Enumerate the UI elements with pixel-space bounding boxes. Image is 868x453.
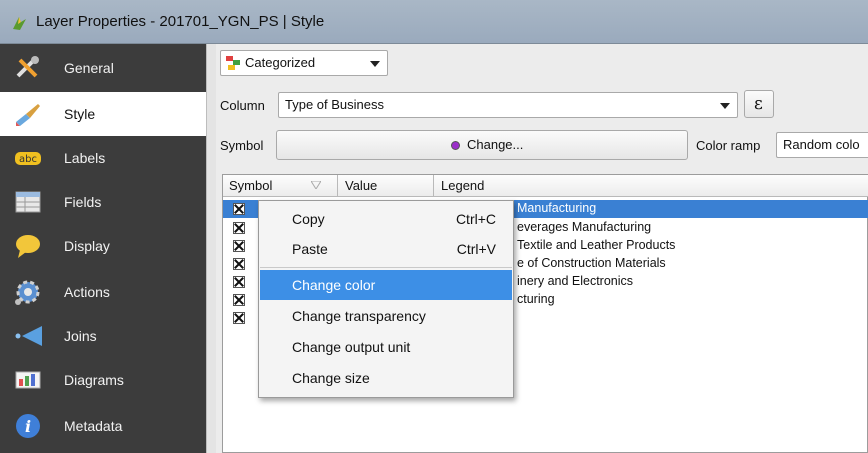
sidebar-item-label: Display bbox=[64, 238, 110, 254]
style-brush-icon bbox=[16, 104, 40, 126]
color-ramp-label: Color ramp bbox=[696, 138, 761, 153]
color-ramp-value: Random colo bbox=[783, 137, 860, 152]
row-legend: cturing bbox=[517, 292, 555, 306]
menu-item-change-size[interactable]: Change size bbox=[260, 363, 512, 393]
menu-item-label: Change output unit bbox=[292, 339, 411, 355]
window-title: Layer Properties - 201701_YGN_PS | Style bbox=[36, 13, 325, 30]
sidebar-item-labels[interactable]: abc Labels bbox=[0, 136, 206, 180]
sort-indicator-icon bbox=[311, 181, 321, 189]
svg-text:abc: abc bbox=[19, 154, 37, 165]
row-checkbox[interactable] bbox=[233, 312, 245, 324]
sidebar-item-label: General bbox=[64, 60, 114, 76]
fields-table-icon bbox=[15, 191, 41, 213]
menu-item-label: Change size bbox=[292, 370, 370, 386]
sidebar-item-display[interactable]: Display bbox=[0, 224, 206, 268]
context-menu: Copy Ctrl+C Paste Ctrl+V Change color Ch… bbox=[258, 200, 514, 398]
menu-separator bbox=[260, 267, 512, 268]
sidebar-item-diagrams[interactable]: Diagrams bbox=[0, 358, 206, 402]
renderer-select[interactable]: Categorized bbox=[220, 50, 388, 76]
expression-button[interactable]: ε bbox=[744, 90, 774, 118]
row-checkbox[interactable] bbox=[233, 240, 245, 252]
change-button-label: Change... bbox=[467, 137, 524, 152]
sidebar-item-metadata[interactable]: i Metadata bbox=[0, 404, 206, 448]
svg-text:i: i bbox=[25, 417, 31, 436]
sidebar: General Style abc Labels Fields Display … bbox=[0, 44, 206, 453]
column-label: Column bbox=[220, 98, 265, 113]
color-ramp-select[interactable]: Random colo bbox=[776, 132, 868, 158]
sidebar-item-label: Style bbox=[64, 106, 96, 122]
symbol-preview-dot-icon bbox=[451, 141, 460, 150]
column-header-value[interactable]: Value bbox=[345, 178, 377, 193]
row-legend: Textile and Leather Products bbox=[517, 238, 676, 252]
sidebar-item-label: Joins bbox=[64, 328, 97, 344]
column-header-legend[interactable]: Legend bbox=[441, 178, 484, 193]
header-divider bbox=[433, 175, 434, 197]
row-legend: e of Construction Materials bbox=[517, 256, 666, 270]
change-symbol-button[interactable]: Change... bbox=[276, 130, 688, 160]
categorized-icon bbox=[226, 56, 240, 70]
column-value: Type of Business bbox=[285, 97, 384, 112]
row-checkbox[interactable] bbox=[233, 294, 245, 306]
row-checkbox[interactable] bbox=[233, 222, 245, 234]
menu-item-copy[interactable]: Copy Ctrl+C bbox=[260, 204, 512, 234]
sidebar-item-label: Diagrams bbox=[64, 372, 124, 388]
diagrams-chart-icon bbox=[15, 371, 41, 389]
row-checkbox[interactable] bbox=[233, 258, 245, 270]
row-legend: Manufacturing bbox=[517, 201, 597, 215]
sidebar-item-general[interactable]: General bbox=[0, 46, 206, 90]
menu-item-change-color[interactable]: Change color bbox=[260, 270, 512, 300]
metadata-info-icon: i bbox=[16, 414, 40, 438]
sidebar-item-label: Actions bbox=[64, 284, 110, 300]
column-select[interactable]: Type of Business bbox=[278, 92, 738, 118]
qgis-app-icon bbox=[13, 17, 26, 30]
general-tools-icon bbox=[16, 56, 39, 78]
joins-arrow-icon bbox=[15, 326, 42, 346]
expression-icon: ε bbox=[754, 94, 763, 114]
chevron-down-icon bbox=[370, 61, 380, 67]
symbol-label: Symbol bbox=[220, 138, 264, 153]
column-header-symbol[interactable]: Symbol bbox=[229, 178, 272, 193]
sidebar-item-label: Metadata bbox=[64, 418, 123, 434]
menu-item-shortcut: Ctrl+C bbox=[455, 211, 496, 227]
sidebar-item-fields[interactable]: Fields bbox=[0, 180, 206, 224]
actions-gear-icon bbox=[15, 280, 40, 305]
splitter[interactable] bbox=[206, 44, 216, 453]
menu-item-change-output-unit[interactable]: Change output unit bbox=[260, 332, 512, 362]
row-legend: everages Manufacturing bbox=[517, 220, 652, 234]
labels-abc-icon: abc bbox=[15, 152, 41, 165]
sidebar-item-actions[interactable]: Actions bbox=[0, 270, 206, 314]
renderer-value: Categorized bbox=[245, 55, 316, 70]
sidebar-item-label: Labels bbox=[64, 150, 106, 166]
row-legend: inery and Electronics bbox=[517, 274, 634, 288]
sidebar-item-label: Fields bbox=[64, 194, 102, 210]
menu-item-label: Paste bbox=[292, 241, 328, 257]
menu-item-label: Change transparency bbox=[292, 308, 426, 324]
row-checkbox[interactable] bbox=[233, 276, 245, 288]
title-bar: Layer Properties - 201701_YGN_PS | Style bbox=[0, 0, 868, 44]
sidebar-item-joins[interactable]: Joins bbox=[0, 314, 206, 358]
row-checkbox[interactable] bbox=[233, 203, 245, 215]
chevron-down-icon bbox=[720, 103, 730, 109]
menu-item-label: Copy bbox=[292, 211, 325, 227]
menu-item-paste[interactable]: Paste Ctrl+V bbox=[260, 234, 512, 264]
menu-item-change-transparency[interactable]: Change transparency bbox=[260, 301, 512, 331]
menu-item-label: Change color bbox=[292, 277, 376, 293]
header-divider bbox=[337, 175, 338, 197]
menu-item-shortcut: Ctrl+V bbox=[456, 241, 496, 257]
table-header: Symbol Value Legend bbox=[223, 175, 868, 197]
display-bubble-icon bbox=[16, 235, 40, 258]
sidebar-item-style[interactable]: Style bbox=[0, 92, 206, 136]
